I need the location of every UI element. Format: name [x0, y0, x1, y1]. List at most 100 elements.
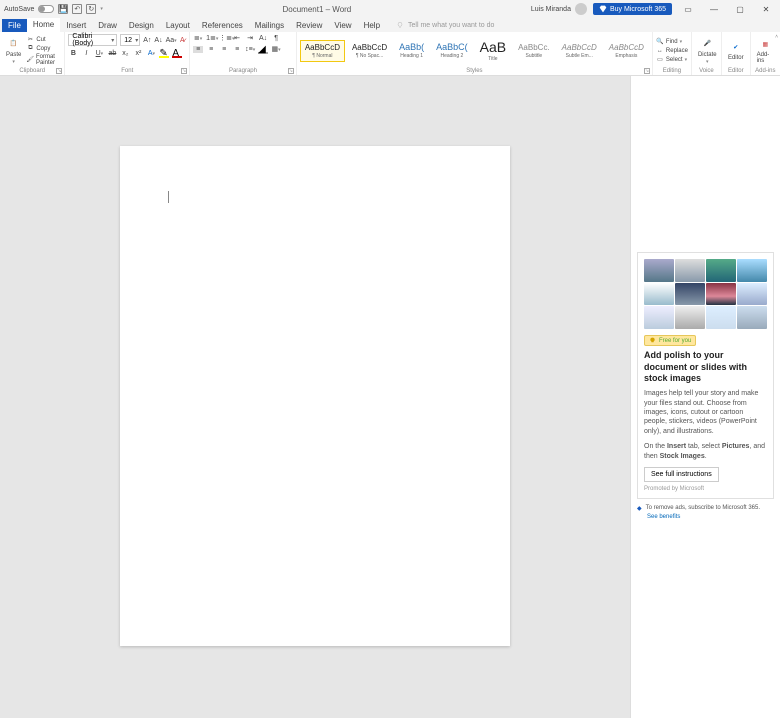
tab-help[interactable]: Help — [358, 19, 386, 32]
align-left-button[interactable]: ≡ — [193, 46, 203, 53]
tab-design[interactable]: Design — [123, 19, 160, 32]
font-size-select[interactable]: 12 — [120, 34, 140, 46]
cut-button[interactable]: ✂Cut — [26, 36, 61, 44]
text-cursor — [168, 191, 169, 203]
paste-button[interactable]: 📋 Paste ▾ — [3, 35, 24, 67]
redo-icon[interactable]: ↻ — [86, 4, 96, 14]
text-effects-button[interactable]: A▾ — [146, 50, 156, 57]
italic-button[interactable]: I — [81, 50, 91, 57]
multilevel-button[interactable]: ⋮≣▾ — [219, 34, 229, 42]
highlight-button[interactable]: ✎ — [159, 48, 169, 58]
shrink-font-button[interactable]: A↓ — [154, 37, 162, 44]
replace-button[interactable]: ↔Replace — [656, 47, 688, 55]
dictate-button[interactable]: 🎤Dictate▾ — [695, 35, 720, 67]
clipboard-launcher[interactable]: ↘ — [56, 68, 62, 74]
document-canvas[interactable] — [0, 76, 630, 718]
side-pane: Free for you Add polish to your document… — [630, 76, 780, 718]
clear-format-button[interactable]: A̷ — [179, 37, 187, 44]
tab-insert[interactable]: Insert — [60, 19, 92, 32]
select-icon: ▭ — [656, 56, 664, 64]
superscript-button[interactable]: x² — [133, 50, 143, 57]
subscript-button[interactable]: x₂ — [120, 50, 130, 57]
addins-button[interactable]: ▦Add-ins — [754, 35, 777, 66]
change-case-button[interactable]: Aa▾ — [166, 37, 176, 44]
numbering-button[interactable]: 1≣▾ — [206, 34, 216, 42]
font-family-select[interactable]: Calibri (Body) — [68, 34, 117, 46]
collapse-ribbon-icon[interactable]: ˄ — [775, 34, 778, 40]
ribbon: 📋 Paste ▾ ✂Cut ⧉Copy 🖌Format Painter Cli… — [0, 32, 780, 76]
copy-button[interactable]: ⧉Copy — [26, 45, 61, 53]
strike-button[interactable]: ab — [107, 50, 117, 57]
group-voice: 🎤Dictate▾ Voice — [692, 32, 722, 75]
group-paragraph: ≣▾ 1≣▾ ⋮≣▾ ⇤ ⇥ A↓ ¶ ≡ ≡ ≡ ≡ ↕≡▾ ◢ ▦▾ Par… — [190, 32, 297, 75]
tab-file[interactable]: File — [2, 19, 27, 32]
maximize-icon[interactable]: ▢ — [730, 2, 750, 16]
tab-draw[interactable]: Draw — [92, 19, 123, 32]
save-icon[interactable]: 💾 — [58, 4, 68, 14]
thumb — [706, 283, 736, 306]
style-subtle-em---[interactable]: AaBbCcDSubtle Em... — [557, 40, 602, 62]
promo-instructions: On the Insert tab, select Pictures, and … — [644, 442, 767, 461]
page[interactable] — [120, 146, 510, 646]
thumb — [737, 259, 767, 282]
font-color-button[interactable]: A — [172, 48, 182, 58]
justify-button[interactable]: ≡ — [232, 46, 242, 53]
tab-mailings[interactable]: Mailings — [249, 19, 290, 32]
undo-icon[interactable]: ↶ — [72, 4, 82, 14]
buy-m365-button[interactable]: Buy Microsoft 365 — [593, 3, 672, 15]
format-painter-icon: 🖌 — [26, 56, 34, 64]
thumb — [644, 283, 674, 306]
grow-font-button[interactable]: A↑ — [143, 37, 151, 44]
find-button[interactable]: 🔍Find▾ — [656, 38, 688, 46]
editor-button[interactable]: ✔Editor — [725, 38, 747, 63]
stock-image-thumbnails — [644, 259, 767, 329]
thumb — [675, 306, 705, 329]
close-icon[interactable]: ✕ — [756, 2, 776, 16]
cut-icon: ✂ — [26, 36, 34, 44]
workspace: Free for you Add polish to your document… — [0, 76, 780, 718]
styles-launcher[interactable]: ↘ — [644, 68, 650, 74]
style---normal[interactable]: AaBbCcD¶ Normal — [300, 40, 345, 62]
show-marks-button[interactable]: ¶ — [271, 35, 281, 42]
borders-button[interactable]: ▦▾ — [271, 45, 281, 53]
title-bar: AutoSave 💾 ↶ ↻ ▾ Document1 – Word Luis M… — [0, 0, 780, 18]
ribbon-display-icon[interactable]: ▭ — [678, 2, 698, 16]
see-benefits-link[interactable]: See benefits — [647, 514, 774, 520]
align-right-button[interactable]: ≡ — [219, 46, 229, 53]
bullets-button[interactable]: ≣▾ — [193, 34, 203, 42]
shading-button[interactable]: ◢ — [258, 44, 268, 54]
tab-layout[interactable]: Layout — [160, 19, 196, 32]
decrease-indent-button[interactable]: ⇤ — [232, 34, 242, 42]
thumb — [675, 259, 705, 282]
style-emphasis[interactable]: AaBbCcDEmphasis — [604, 40, 649, 62]
see-full-instructions-button[interactable]: See full instructions — [644, 467, 719, 482]
sort-button[interactable]: A↓ — [258, 35, 268, 42]
style-heading-1[interactable]: AaBb(Heading 1 — [394, 39, 429, 62]
style---no-spac---[interactable]: AaBbCcD¶ No Spac... — [347, 40, 392, 62]
copy-icon: ⧉ — [26, 45, 34, 53]
increase-indent-button[interactable]: ⇥ — [245, 34, 255, 42]
tab-review[interactable]: Review — [290, 19, 328, 32]
select-button[interactable]: ▭Select▾ — [656, 56, 688, 64]
underline-button[interactable]: U▾ — [94, 50, 104, 57]
font-launcher[interactable]: ↘ — [181, 68, 187, 74]
tab-view[interactable]: View — [328, 19, 357, 32]
minimize-icon[interactable]: — — [704, 2, 724, 16]
tab-references[interactable]: References — [196, 19, 249, 32]
style-subtitle[interactable]: AaBbCc.Subtitle — [513, 40, 555, 62]
tab-home[interactable]: Home — [27, 18, 60, 32]
bold-button[interactable]: B — [68, 50, 78, 57]
group-addins: ▦Add-ins Add-ins ˄ — [751, 32, 780, 75]
group-editing: 🔍Find▾ ↔Replace ▭Select▾ Editing — [653, 32, 692, 75]
user-account[interactable]: Luis Miranda — [531, 3, 587, 15]
thumb — [644, 306, 674, 329]
tell-me-search[interactable]: Tell me what you want to do — [396, 21, 494, 29]
promo-card: Free for you Add polish to your document… — [637, 252, 774, 499]
style-title[interactable]: AaBTitle — [475, 36, 511, 65]
paragraph-launcher[interactable]: ↘ — [288, 68, 294, 74]
style-heading-2[interactable]: AaBbC(Heading 2 — [431, 39, 473, 62]
line-spacing-button[interactable]: ↕≡▾ — [245, 46, 255, 53]
format-painter-button[interactable]: 🖌Format Painter — [26, 54, 61, 66]
align-center-button[interactable]: ≡ — [206, 46, 216, 53]
autosave-toggle[interactable] — [38, 5, 54, 13]
